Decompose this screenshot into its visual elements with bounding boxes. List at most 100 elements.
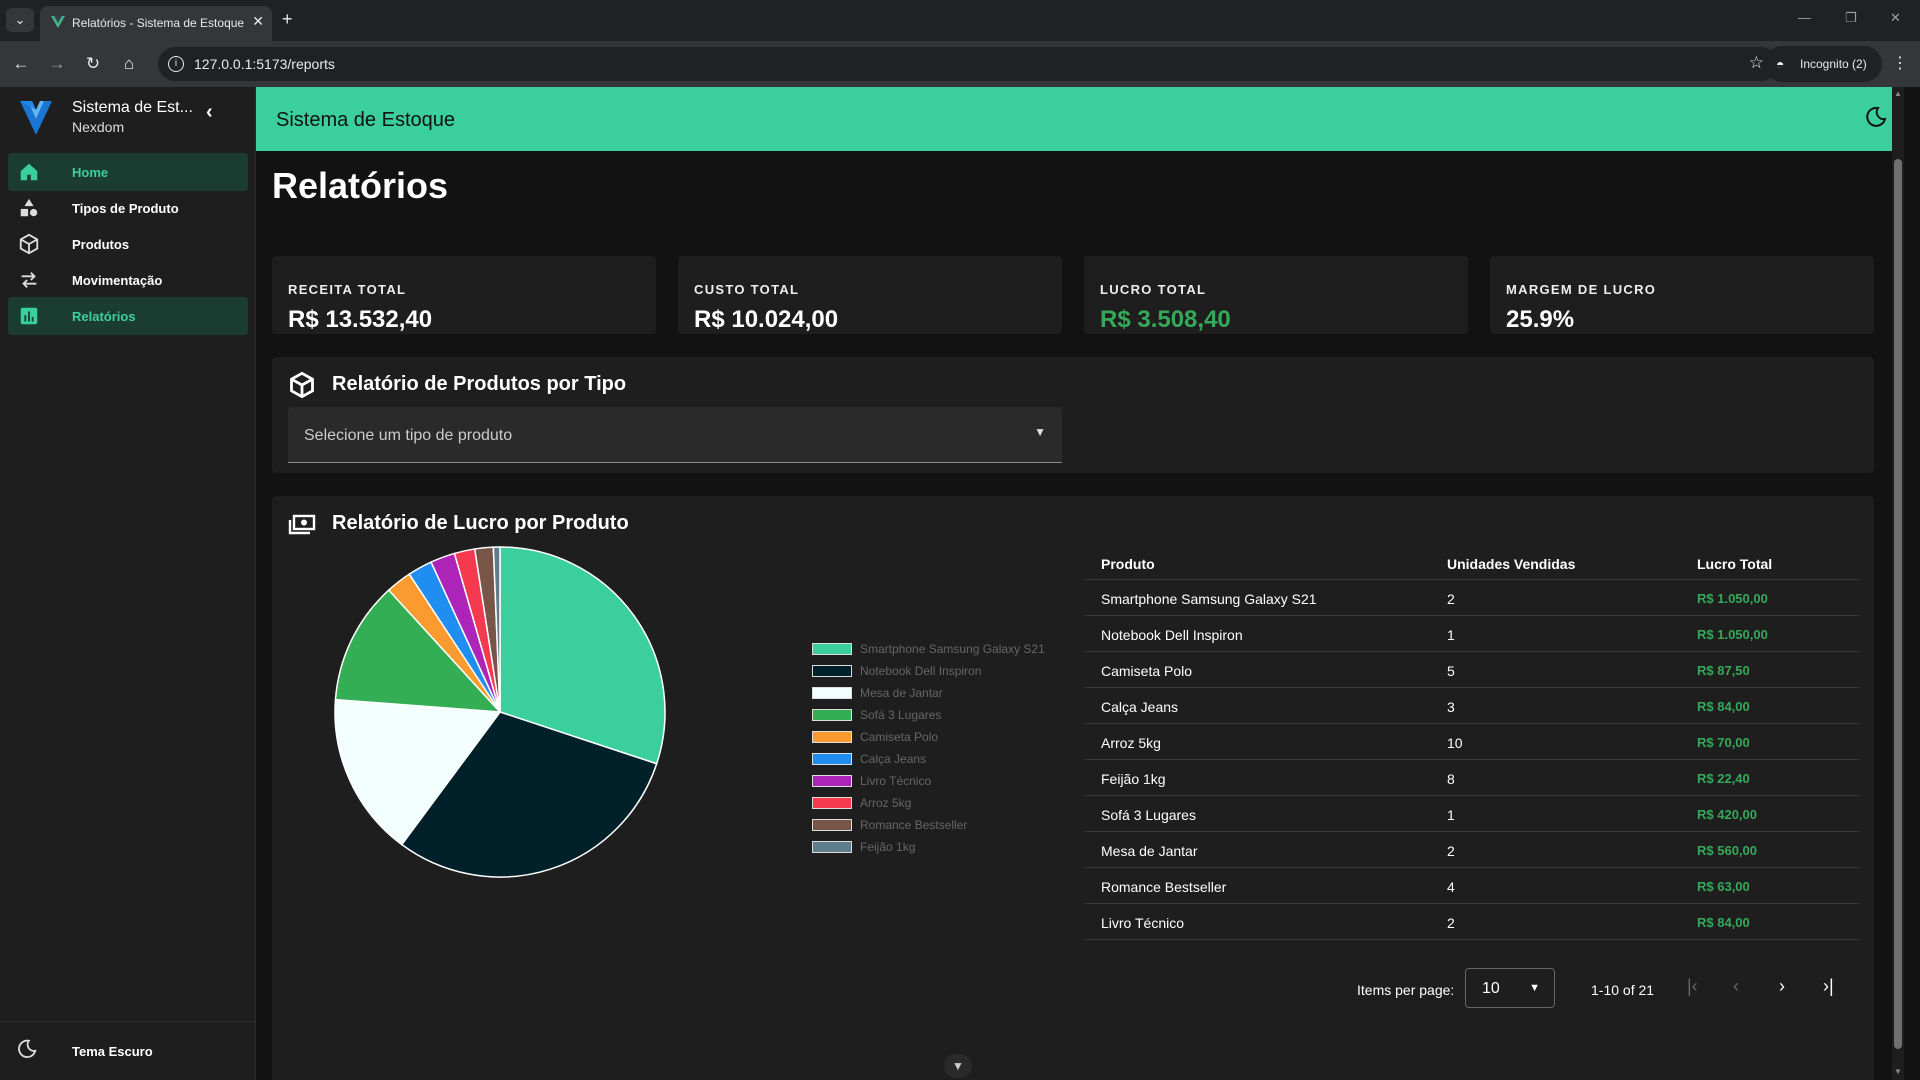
sidebar-item-produtos[interactable]: Produtos bbox=[8, 225, 248, 263]
legend-swatch bbox=[812, 731, 852, 743]
reload-icon[interactable]: ↻ bbox=[82, 53, 104, 75]
table-row: Mesa de Jantar 2 R$ 560,00 bbox=[1085, 832, 1859, 868]
scroll-down-arrow[interactable]: ▼ bbox=[1892, 1067, 1904, 1076]
legend-item[interactable]: Calça Jeans bbox=[812, 750, 1072, 768]
cell-product: Notebook Dell Inspiron bbox=[1101, 627, 1243, 643]
cell-product: Feijão 1kg bbox=[1101, 771, 1166, 787]
legend-swatch bbox=[812, 819, 852, 831]
cell-units: 1 bbox=[1447, 807, 1455, 823]
last-page-icon[interactable]: ›| bbox=[1823, 976, 1834, 997]
legend-item[interactable]: Camiseta Polo bbox=[812, 728, 1072, 746]
sidebar-item-label: Home bbox=[72, 165, 109, 180]
browser-toolbar: ← → ↻ ⌂ i 127.0.0.1:5173/reports ☆ ◓ Inc… bbox=[0, 41, 1920, 87]
chart-bar-icon bbox=[20, 307, 38, 325]
cell-product: Mesa de Jantar bbox=[1101, 843, 1198, 859]
cell-product: Smartphone Samsung Galaxy S21 bbox=[1101, 591, 1317, 607]
legend-item[interactable]: Arroz 5kg bbox=[812, 794, 1072, 812]
page-scrollbar[interactable]: ▲ ▼ bbox=[1892, 87, 1904, 1080]
collapse-sidebar-icon[interactable]: ‹ bbox=[206, 101, 213, 124]
legend-label: Smartphone Samsung Galaxy S21 bbox=[860, 642, 1045, 656]
legend-item[interactable]: Mesa de Jantar bbox=[812, 684, 1072, 702]
cell-product: Livro Técnico bbox=[1101, 915, 1185, 931]
site-info-icon[interactable]: i bbox=[168, 56, 184, 72]
address-bar[interactable]: i 127.0.0.1:5173/reports ☆ bbox=[158, 47, 1778, 81]
window-close-icon[interactable]: ✕ bbox=[1890, 10, 1901, 26]
legend-label: Romance Bestseller bbox=[860, 818, 968, 832]
legend-label: Feijão 1kg bbox=[860, 840, 916, 854]
stat-value: R$ 13.532,40 bbox=[288, 306, 433, 333]
home-browser-icon[interactable]: ⌂ bbox=[118, 53, 140, 75]
cell-product: Romance Bestseller bbox=[1101, 879, 1227, 895]
legend-item[interactable]: Feijão 1kg bbox=[812, 838, 1072, 856]
brand: Sistema de Est... Nexdom ‹ bbox=[0, 87, 256, 149]
scroll-up-arrow[interactable]: ▲ bbox=[1892, 89, 1904, 98]
app-bar: Sistema de Estoque bbox=[256, 87, 1904, 151]
legend-item[interactable]: Notebook Dell Inspiron bbox=[812, 662, 1072, 680]
browser-menu-icon[interactable]: ⋮ bbox=[1892, 53, 1908, 73]
profit-by-product-card: Relatório de Lucro por Produto Smartphon… bbox=[272, 496, 1874, 1080]
cell-profit: R$ 63,00 bbox=[1697, 879, 1750, 894]
legend-label: Sofá 3 Lugares bbox=[860, 708, 942, 722]
legend-swatch bbox=[812, 643, 852, 655]
stat-label: RECEITA TOTAL bbox=[288, 282, 407, 297]
main-content: Relatórios RECEITA TOTAL R$ 13.532,40 CU… bbox=[256, 151, 1892, 1080]
cell-profit: R$ 84,00 bbox=[1697, 915, 1750, 930]
sidebar-item-home[interactable]: Home bbox=[8, 153, 248, 191]
bookmark-star-icon[interactable]: ☆ bbox=[1749, 53, 1764, 73]
stat-card-custo: CUSTO TOTAL R$ 10.024,00 bbox=[678, 256, 1062, 334]
legend-swatch bbox=[812, 775, 852, 787]
new-tab-button[interactable]: + bbox=[282, 9, 293, 30]
tab-search-button[interactable]: ⌄ bbox=[6, 8, 34, 32]
column-header[interactable]: Unidades Vendidas bbox=[1447, 556, 1575, 572]
column-header[interactable]: Lucro Total bbox=[1697, 556, 1772, 572]
page-title: Relatórios bbox=[272, 165, 449, 206]
sidebar-item-tipos-de-produto[interactable]: Tipos de Produto bbox=[8, 189, 248, 227]
legend-item[interactable]: Romance Bestseller bbox=[812, 816, 1072, 834]
cell-product: Sofá 3 Lugares bbox=[1101, 807, 1196, 823]
restore-icon[interactable]: ❐ bbox=[1845, 10, 1857, 26]
sidebar-item-label: Produtos bbox=[72, 237, 130, 252]
app-root: Sistema de Est... Nexdom ‹ Home Tipos de… bbox=[0, 87, 1920, 1080]
legend-item[interactable]: Sofá 3 Lugares bbox=[812, 706, 1072, 724]
scroll-thumb[interactable] bbox=[1894, 159, 1902, 1049]
cell-profit: R$ 84,00 bbox=[1697, 699, 1750, 714]
stat-value: 25.9% bbox=[1506, 306, 1575, 333]
first-page-icon[interactable]: |‹ bbox=[1687, 976, 1698, 997]
table-row: Notebook Dell Inspiron 1 R$ 1.050,00 bbox=[1085, 616, 1859, 652]
profit-pie-chart bbox=[334, 546, 666, 878]
sidebar-item-relatorios[interactable]: Relatórios bbox=[8, 297, 248, 335]
url-text[interactable]: 127.0.0.1:5173/reports bbox=[194, 56, 335, 72]
cell-profit: R$ 1.050,00 bbox=[1697, 627, 1768, 642]
items-per-page-label: Items per page: bbox=[1357, 982, 1455, 998]
column-header[interactable]: Produto bbox=[1101, 556, 1155, 572]
theme-toggle-footer[interactable]: Tema Escuro bbox=[0, 1021, 256, 1080]
cell-profit: R$ 420,00 bbox=[1697, 807, 1757, 822]
legend-swatch bbox=[812, 687, 852, 699]
scroll-down-icon[interactable]: ▼ bbox=[944, 1054, 972, 1078]
forward-icon[interactable]: → bbox=[46, 53, 68, 75]
legend-item[interactable]: Livro Técnico bbox=[812, 772, 1072, 790]
legend-item[interactable]: Smartphone Samsung Galaxy S21 bbox=[812, 640, 1072, 658]
prev-page-icon[interactable]: ‹ bbox=[1733, 976, 1739, 997]
back-icon[interactable]: ← bbox=[10, 53, 32, 75]
stat-card-margem: MARGEM DE LUCRO 25.9% bbox=[1490, 256, 1874, 334]
sidebar-item-movimentacao[interactable]: Movimentação bbox=[8, 261, 248, 299]
cell-profit: R$ 22,40 bbox=[1697, 771, 1750, 786]
theme-toggle-icon[interactable] bbox=[1864, 105, 1888, 129]
cell-profit: R$ 87,50 bbox=[1697, 663, 1750, 678]
tab-close-icon[interactable]: ✕ bbox=[252, 13, 264, 30]
browser-tab[interactable]: Relatórios - Sistema de Estoque ✕ bbox=[40, 6, 272, 41]
legend-swatch bbox=[812, 753, 852, 765]
incognito-indicator[interactable]: ◓ Incognito (2) bbox=[1764, 46, 1882, 82]
next-page-icon[interactable]: › bbox=[1779, 976, 1785, 997]
items-per-page-select[interactable]: 10 ▼ bbox=[1465, 968, 1555, 1008]
incognito-icon: ◓ bbox=[1776, 56, 1785, 72]
shapes-icon bbox=[20, 198, 38, 217]
chevron-down-icon: ▼ bbox=[1529, 982, 1540, 994]
cell-units: 2 bbox=[1447, 915, 1455, 931]
table-row: Feijão 1kg 8 R$ 22,40 bbox=[1085, 760, 1859, 796]
product-type-select[interactable]: Selecione um tipo de produto ▼ bbox=[288, 407, 1062, 463]
products-by-type-card: Relatório de Produtos por Tipo Selecione… bbox=[272, 357, 1874, 473]
minimize-icon[interactable]: — bbox=[1798, 10, 1811, 25]
stat-label: CUSTO TOTAL bbox=[694, 282, 800, 297]
